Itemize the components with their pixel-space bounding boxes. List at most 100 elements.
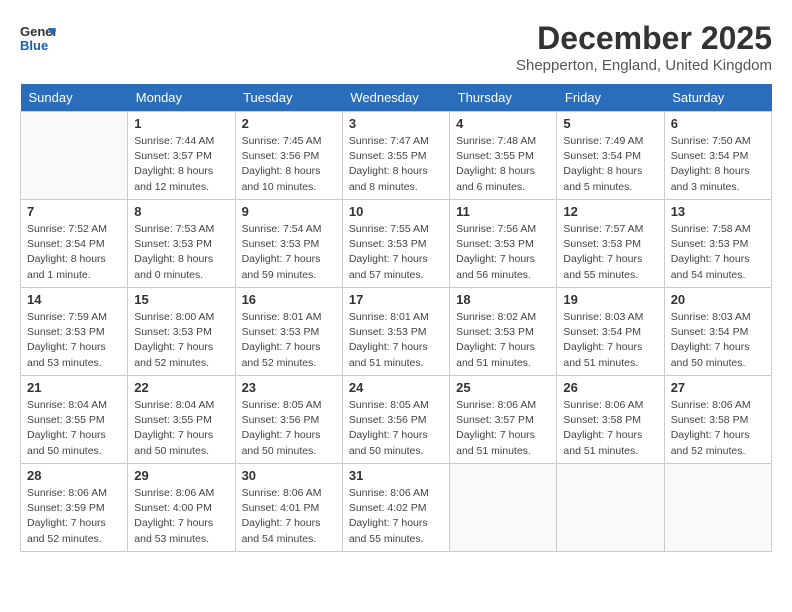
day-info: Sunrise: 7:55 AMSunset: 3:53 PMDaylight:… xyxy=(349,222,443,283)
day-number: 13 xyxy=(671,204,765,219)
col-saturday: Saturday xyxy=(664,84,771,112)
table-row: 11 Sunrise: 7:56 AMSunset: 3:53 PMDayligh… xyxy=(450,200,557,288)
day-info: Sunrise: 7:47 AMSunset: 3:55 PMDaylight:… xyxy=(349,134,443,195)
col-friday: Friday xyxy=(557,84,664,112)
logo: General Blue xyxy=(20,20,60,56)
table-row: 24Sunrise: 8:05 AMSunset: 3:56 PMDayligh… xyxy=(342,376,449,464)
calendar-week-4: 21 Sunrise: 8:04 AMSunset: 3:55 PMDayligh… xyxy=(21,376,772,464)
day-number: 20 xyxy=(671,292,765,307)
day-info: Sunrise: 7:58 AMSunset: 3:53 PMDaylight:… xyxy=(671,222,765,283)
day-info: Sunrise: 7:48 AMSunset: 3:55 PMDaylight:… xyxy=(456,134,550,195)
table-row: 9 Sunrise: 7:54 AMSunset: 3:53 PMDaylight… xyxy=(235,200,342,288)
day-number: 10 xyxy=(349,204,443,219)
day-info: Sunrise: 7:49 AMSunset: 3:54 PMDaylight:… xyxy=(563,134,657,195)
table-row: 17 Sunrise: 8:01 AMSunset: 3:53 PMDayligh… xyxy=(342,288,449,376)
day-info: Sunrise: 8:03 AMSunset: 3:54 PMDaylight:… xyxy=(671,310,765,371)
day-number: 23 xyxy=(242,380,336,395)
day-number: 3 xyxy=(349,116,443,131)
day-number: 15 xyxy=(134,292,228,307)
day-info: Sunrise: 7:57 AMSunset: 3:53 PMDaylight:… xyxy=(563,222,657,283)
table-row: 12 Sunrise: 7:57 AMSunset: 3:53 PMDayligh… xyxy=(557,200,664,288)
day-number: 2 xyxy=(242,116,336,131)
day-number: 11 xyxy=(456,204,550,219)
day-number: 1 xyxy=(134,116,228,131)
day-number: 27 xyxy=(671,380,765,395)
day-number: 28 xyxy=(27,468,121,483)
day-number: 14 xyxy=(27,292,121,307)
table-row: 5 Sunrise: 7:49 AMSunset: 3:54 PMDaylight… xyxy=(557,112,664,200)
day-info: Sunrise: 7:59 AMSunset: 3:53 PMDaylight:… xyxy=(27,310,121,371)
table-row: 13 Sunrise: 7:58 AMSunset: 3:53 PMDayligh… xyxy=(664,200,771,288)
table-row: 8 Sunrise: 7:53 AMSunset: 3:53 PMDaylight… xyxy=(128,200,235,288)
day-info: Sunrise: 8:01 AMSunset: 3:53 PMDaylight:… xyxy=(349,310,443,371)
day-info: Sunrise: 7:54 AMSunset: 3:53 PMDaylight:… xyxy=(242,222,336,283)
table-row xyxy=(664,464,771,552)
day-number: 25 xyxy=(456,380,550,395)
col-monday: Monday xyxy=(128,84,235,112)
day-info: Sunrise: 7:45 AMSunset: 3:56 PMDaylight:… xyxy=(242,134,336,195)
month-title: December 2025 xyxy=(516,20,772,57)
table-row: 27 Sunrise: 8:06 AMSunset: 3:58 PMDayligh… xyxy=(664,376,771,464)
page-header: General Blue December 2025 Shepperton, E… xyxy=(20,20,772,74)
header-row: Sunday Monday Tuesday Wednesday Thursday… xyxy=(21,84,772,112)
day-number: 16 xyxy=(242,292,336,307)
table-row: 23 Sunrise: 8:05 AMSunset: 3:56 PMDayligh… xyxy=(235,376,342,464)
day-info: Sunrise: 8:06 AMSunset: 3:59 PMDaylight:… xyxy=(27,486,121,547)
table-row: 25 Sunrise: 8:06 AMSunset: 3:57 PMDayligh… xyxy=(450,376,557,464)
table-row: 1 Sunrise: 7:44 AMSunset: 3:57 PMDaylight… xyxy=(128,112,235,200)
day-number: 24 xyxy=(349,380,443,395)
day-info: Sunrise: 8:04 AMSunset: 3:55 PMDaylight:… xyxy=(27,398,121,459)
table-row: 29 Sunrise: 8:06 AMSunset: 4:00 PMDayligh… xyxy=(128,464,235,552)
day-number: 17 xyxy=(349,292,443,307)
day-number: 8 xyxy=(134,204,228,219)
day-number: 6 xyxy=(671,116,765,131)
day-info: Sunrise: 8:06 AMSunset: 3:57 PMDaylight:… xyxy=(456,398,550,459)
day-number: 22 xyxy=(134,380,228,395)
table-row: 16 Sunrise: 8:01 AMSunset: 3:53 PMDayligh… xyxy=(235,288,342,376)
table-row: 19 Sunrise: 8:03 AMSunset: 3:54 PMDayligh… xyxy=(557,288,664,376)
day-info: Sunrise: 8:05 AMSunset: 3:56 PMDaylight:… xyxy=(242,398,336,459)
day-info: Sunrise: 7:52 AMSunset: 3:54 PMDaylight:… xyxy=(27,222,121,283)
day-number: 5 xyxy=(563,116,657,131)
col-sunday: Sunday xyxy=(21,84,128,112)
table-row: 10 Sunrise: 7:55 AMSunset: 3:53 PMDayligh… xyxy=(342,200,449,288)
day-info: Sunrise: 7:56 AMSunset: 3:53 PMDaylight:… xyxy=(456,222,550,283)
day-info: Sunrise: 8:06 AMSunset: 3:58 PMDaylight:… xyxy=(671,398,765,459)
day-number: 12 xyxy=(563,204,657,219)
day-number: 21 xyxy=(27,380,121,395)
col-tuesday: Tuesday xyxy=(235,84,342,112)
logo-icon: General Blue xyxy=(20,20,56,56)
day-info: Sunrise: 8:00 AMSunset: 3:53 PMDaylight:… xyxy=(134,310,228,371)
table-row: 30 Sunrise: 8:06 AMSunset: 4:01 PMDayligh… xyxy=(235,464,342,552)
table-row: 2 Sunrise: 7:45 AMSunset: 3:56 PMDaylight… xyxy=(235,112,342,200)
day-number: 18 xyxy=(456,292,550,307)
day-info: Sunrise: 8:06 AMSunset: 4:00 PMDaylight:… xyxy=(134,486,228,547)
day-info: Sunrise: 8:06 AMSunset: 3:58 PMDaylight:… xyxy=(563,398,657,459)
table-row: 7 Sunrise: 7:52 AMSunset: 3:54 PMDaylight… xyxy=(21,200,128,288)
day-info: Sunrise: 7:50 AMSunset: 3:54 PMDaylight:… xyxy=(671,134,765,195)
day-number: 7 xyxy=(27,204,121,219)
day-info: Sunrise: 8:01 AMSunset: 3:53 PMDaylight:… xyxy=(242,310,336,371)
table-row: 28 Sunrise: 8:06 AMSunset: 3:59 PMDayligh… xyxy=(21,464,128,552)
day-info: Sunrise: 8:04 AMSunset: 3:55 PMDaylight:… xyxy=(134,398,228,459)
day-number: 30 xyxy=(242,468,336,483)
table-row: 22 Sunrise: 8:04 AMSunset: 3:55 PMDayligh… xyxy=(128,376,235,464)
day-info: Sunrise: 8:02 AMSunset: 3:53 PMDaylight:… xyxy=(456,310,550,371)
day-info: Sunrise: 7:53 AMSunset: 3:53 PMDaylight:… xyxy=(134,222,228,283)
day-info: Sunrise: 7:44 AMSunset: 3:57 PMDaylight:… xyxy=(134,134,228,195)
day-info: Sunrise: 8:03 AMSunset: 3:54 PMDaylight:… xyxy=(563,310,657,371)
day-number: 29 xyxy=(134,468,228,483)
day-number: 4 xyxy=(456,116,550,131)
location: Shepperton, England, United Kingdom xyxy=(516,57,772,74)
day-number: 19 xyxy=(563,292,657,307)
title-section: December 2025 Shepperton, England, Unite… xyxy=(516,20,772,74)
day-number: 9 xyxy=(242,204,336,219)
col-thursday: Thursday xyxy=(450,84,557,112)
table-row: 3 Sunrise: 7:47 AMSunset: 3:55 PMDaylight… xyxy=(342,112,449,200)
calendar-table: Sunday Monday Tuesday Wednesday Thursday… xyxy=(20,84,772,552)
table-row: 26 Sunrise: 8:06 AMSunset: 3:58 PMDayligh… xyxy=(557,376,664,464)
table-row: 14 Sunrise: 7:59 AMSunset: 3:53 PMDayligh… xyxy=(21,288,128,376)
day-info: Sunrise: 8:06 AMSunset: 4:01 PMDaylight:… xyxy=(242,486,336,547)
col-wednesday: Wednesday xyxy=(342,84,449,112)
day-number: 26 xyxy=(563,380,657,395)
